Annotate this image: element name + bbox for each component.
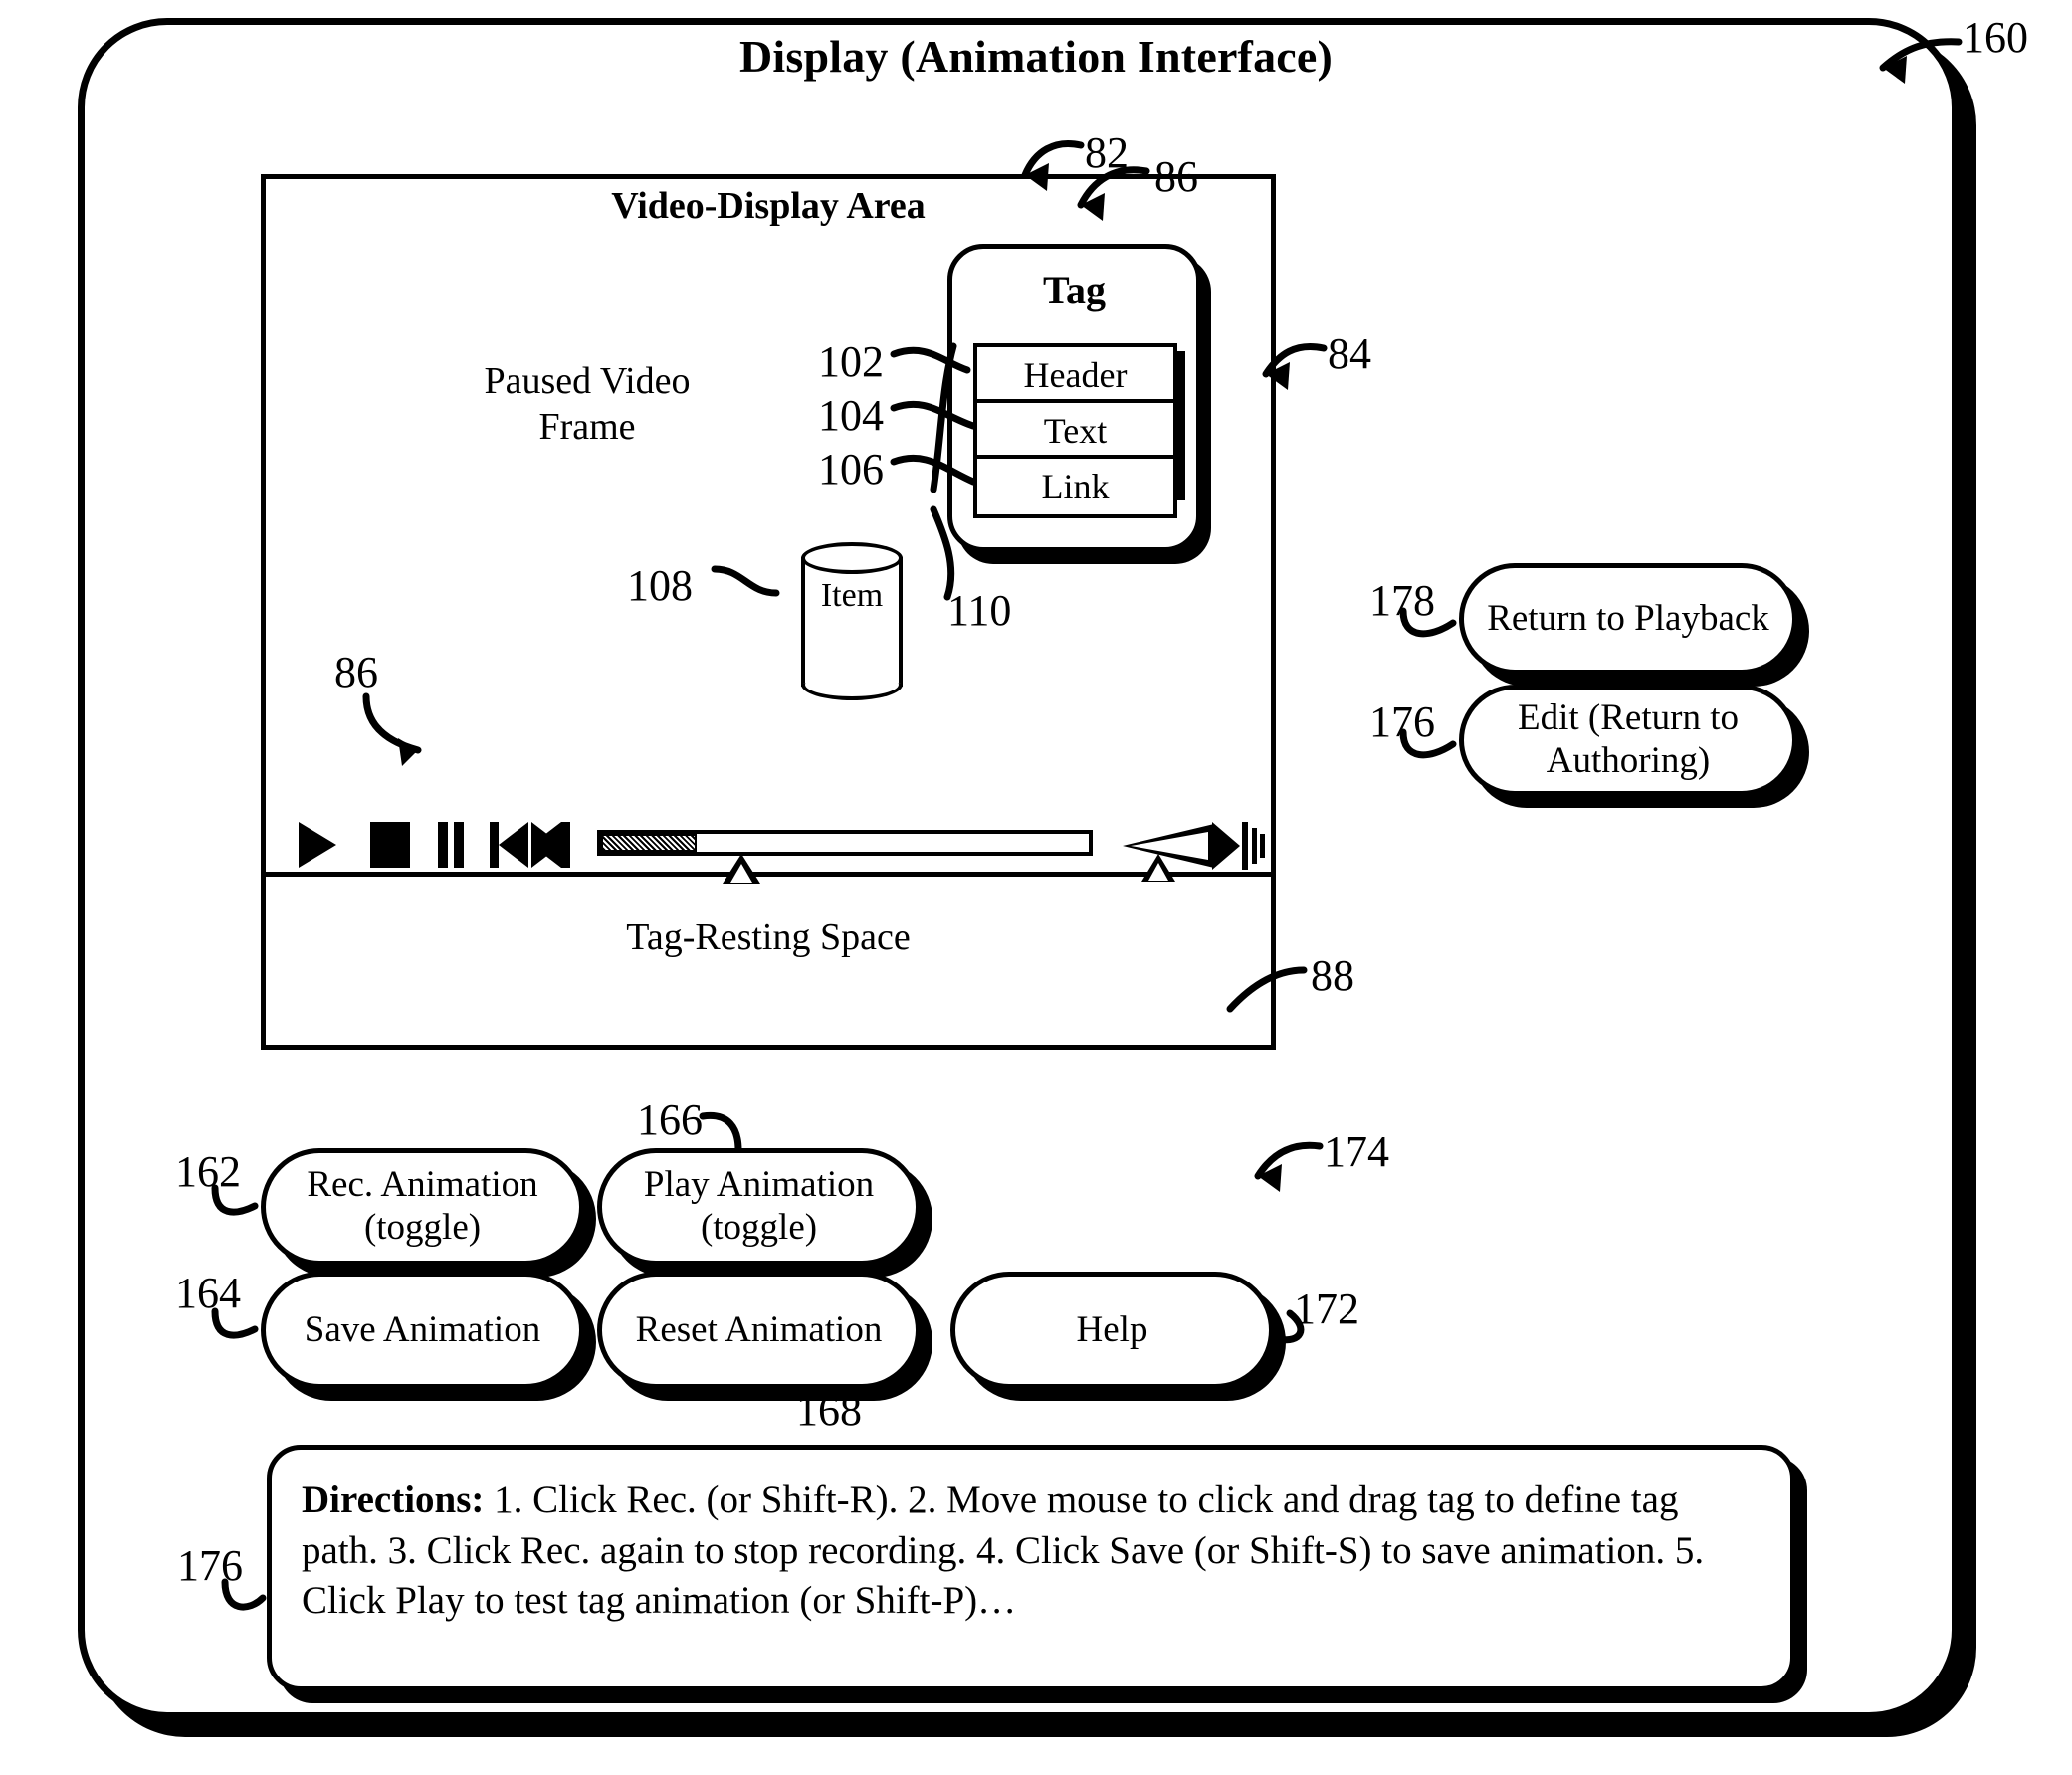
reference-176-directions: 176 xyxy=(177,1541,243,1590)
directions-heading: Directions: xyxy=(302,1479,485,1521)
previous-track-icon-bar[interactable] xyxy=(490,822,499,868)
speaker-icon-wave-3 xyxy=(1260,834,1265,858)
reference-106: 106 xyxy=(818,445,884,493)
reference-104: 104 xyxy=(818,391,884,440)
tag-resting-space-label: Tag-Resting Space xyxy=(626,916,911,958)
directions-body: 1. Click Rec. (or Shift-R). 2. Move mous… xyxy=(302,1479,1705,1623)
reference-86-controls: 86 xyxy=(334,648,378,696)
seek-slider-thumb-inner xyxy=(730,864,752,883)
reset-animation-button[interactable]: Reset Animation xyxy=(597,1272,921,1389)
directions-box: Directions: 1. Click Rec. (or Shift-R). … xyxy=(267,1445,1795,1691)
reference-108: 108 xyxy=(627,561,693,610)
reference-164: 164 xyxy=(175,1269,241,1317)
help-button[interactable]: Help xyxy=(950,1272,1274,1389)
save-animation-button[interactable]: Save Animation xyxy=(261,1272,584,1389)
reference-84: 84 xyxy=(1328,329,1371,378)
reference-110: 110 xyxy=(947,586,1012,635)
video-display-area-label: Video-Display Area xyxy=(611,185,926,227)
next-track-icon[interactable] xyxy=(531,822,561,868)
seek-slider-fill xyxy=(601,834,697,852)
volume-slider-thumb-inner xyxy=(1148,863,1168,881)
next-track-icon-bar[interactable] xyxy=(561,822,570,868)
item-label: Item xyxy=(820,577,884,614)
tag-row-text[interactable]: Text xyxy=(977,403,1173,459)
speaker-icon[interactable] xyxy=(1212,822,1240,870)
reference-176-edit: 176 xyxy=(1369,697,1435,746)
stop-icon[interactable] xyxy=(370,822,410,868)
return-to-playback-button[interactable]: Return to Playback xyxy=(1459,563,1797,675)
reference-102: 102 xyxy=(818,337,884,386)
reference-82: 82 xyxy=(1085,128,1129,177)
reference-86-tag: 86 xyxy=(1154,152,1198,201)
reference-162: 162 xyxy=(175,1147,241,1196)
reference-172: 172 xyxy=(1294,1284,1359,1333)
item-cylinder-top xyxy=(801,542,903,574)
tag-resting-divider xyxy=(261,872,1276,877)
tag-row-link[interactable]: Link xyxy=(977,459,1173,514)
speaker-icon-wave-2 xyxy=(1252,828,1257,864)
edit-return-to-authoring-button[interactable]: Edit (Return to Authoring) xyxy=(1459,685,1797,796)
patent-figure: 160 Display (Animation Interface) Video-… xyxy=(0,0,2072,1775)
speaker-icon-wave-1 xyxy=(1242,822,1248,870)
reference-88: 88 xyxy=(1311,951,1354,1000)
record-animation-button[interactable]: Rec. Animation (toggle) xyxy=(261,1148,584,1266)
directions-text: Directions: 1. Click Rec. (or Shift-R). … xyxy=(302,1476,1761,1627)
pause-icon-bar-2[interactable] xyxy=(454,822,464,868)
reference-174: 174 xyxy=(1324,1127,1389,1176)
previous-track-icon[interactable] xyxy=(499,822,528,868)
reference-178: 178 xyxy=(1369,576,1435,625)
paused-video-frame-label: Paused Video Frame xyxy=(484,360,691,449)
play-animation-button[interactable]: Play Animation (toggle) xyxy=(597,1148,921,1266)
tag-title: Tag xyxy=(1042,268,1106,312)
tag-rows: Header Text Link xyxy=(973,343,1177,518)
page-title: Display (Animation Interface) xyxy=(738,31,1334,82)
pause-icon[interactable] xyxy=(438,822,448,868)
play-icon[interactable] xyxy=(299,822,336,868)
tag-row-header[interactable]: Header xyxy=(977,347,1173,403)
reference-166: 166 xyxy=(637,1095,703,1144)
